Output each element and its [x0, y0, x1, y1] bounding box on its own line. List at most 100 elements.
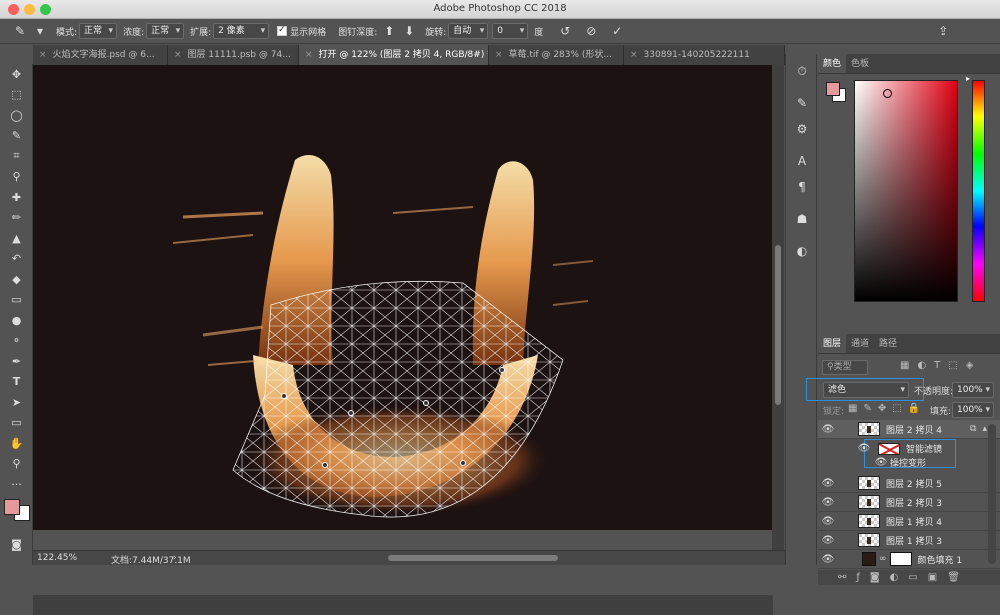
close-tab-icon[interactable]: ×	[305, 50, 313, 60]
opacity-input[interactable]: 100%	[952, 382, 994, 398]
healing-brush-tool-icon[interactable]: ✚	[0, 187, 33, 208]
status-menu-icon[interactable]: ›	[173, 553, 177, 563]
blur-tool-icon[interactable]: ●	[0, 310, 33, 331]
rectangle-tool-icon[interactable]: ▭	[0, 413, 33, 434]
doc-tab-3[interactable]: × 打开 @ 122% (图层 2 拷贝 4, RGB/8#) *	[299, 45, 489, 65]
type-tool-icon[interactable]: T	[0, 372, 33, 393]
tab-color[interactable]: 颜色	[818, 54, 847, 73]
expand-select[interactable]: 2 像素	[213, 23, 270, 39]
zoom-level[interactable]: 122.45%	[37, 553, 77, 563]
visibility-eye-icon[interactable]: 👁	[818, 424, 838, 435]
doc-tab-2[interactable]: × 图层 11111.psb @ 74...	[168, 45, 299, 65]
libraries-panel-icon[interactable]: ☗	[786, 206, 818, 232]
pin-point[interactable]	[460, 460, 466, 466]
layer-row[interactable]: 👁 ∞ 颜色填充 1	[818, 550, 1000, 569]
canvas-area[interactable]	[33, 65, 773, 615]
angle-input[interactable]: 0	[492, 23, 529, 39]
vertical-scrollbar[interactable]	[772, 65, 784, 550]
collapse-arrow-icon[interactable]: ▴	[982, 424, 987, 434]
vertical-scroll-thumb[interactable]	[775, 245, 781, 405]
cancel-transform-icon[interactable]: ⊘	[581, 22, 601, 40]
close-tab-icon[interactable]: ×	[630, 50, 638, 60]
pin-tool-icon[interactable]: ✎	[10, 22, 30, 40]
move-tool-icon[interactable]: ✥	[0, 64, 33, 85]
hue-slider-handle-icon[interactable]: ▸	[966, 74, 970, 83]
eraser-tool-icon[interactable]: ◆	[0, 269, 33, 290]
document-canvas[interactable]	[33, 65, 773, 530]
tool-preset-dropdown[interactable]: ▾	[30, 22, 50, 40]
tab-paths[interactable]: 路径	[874, 334, 902, 353]
pin-point[interactable]	[348, 410, 354, 416]
lock-icons[interactable]: ▦✎✥⬚🔒	[848, 403, 926, 414]
layer-row[interactable]: 👁 图层 1 拷贝 3	[818, 531, 1000, 550]
layer-filter-select[interactable]: ⚲类型	[822, 360, 868, 375]
tab-channels[interactable]: 通道	[846, 334, 874, 353]
history-brush-tool-icon[interactable]: ↶	[0, 249, 33, 270]
rotate-select[interactable]: 自动	[448, 23, 489, 39]
tab-swatches[interactable]: 色板	[846, 54, 874, 73]
brush-tool-icon[interactable]: ✏	[0, 208, 33, 229]
visibility-eye-icon[interactable]: 👁	[818, 516, 838, 527]
color-field[interactable]	[854, 80, 958, 302]
visibility-eye-icon[interactable]: 👁	[818, 478, 838, 489]
more-tools-icon[interactable]: ···	[0, 474, 33, 495]
doc-tab-4[interactable]: × 草莓.tif @ 283% (形状...	[489, 45, 624, 65]
visibility-eye-icon[interactable]: 👁	[854, 443, 874, 454]
visibility-eye-icon[interactable]: 👁	[818, 497, 838, 508]
marquee-tool-icon[interactable]: ⬚	[0, 85, 33, 106]
stamp-tool-icon[interactable]: ▲	[0, 228, 33, 249]
layers-footer-icons[interactable]: ⚯ƒ◙◐▭▣🗑	[818, 570, 1000, 585]
pin-point[interactable]	[423, 400, 429, 406]
character-panel-icon[interactable]: A	[786, 148, 818, 174]
adjustments-panel-icon[interactable]: ◐	[786, 238, 818, 264]
paragraph-panel-icon[interactable]: ¶	[786, 174, 818, 200]
visibility-eye-icon[interactable]: 👁	[818, 535, 838, 546]
foreground-color-swatch[interactable]	[4, 498, 20, 515]
hue-slider[interactable]	[972, 80, 985, 302]
puppet-warp-row[interactable]: 👁 操控变形	[818, 455, 1000, 469]
pen-tool-icon[interactable]: ✒	[0, 351, 33, 372]
close-tab-icon[interactable]: ×	[495, 50, 503, 60]
brush-panel-icon[interactable]: ✎	[786, 90, 818, 116]
eyedropper-tool-icon[interactable]: ⚲	[0, 167, 33, 188]
layers-scrollbar[interactable]	[988, 424, 996, 564]
hand-tool-icon[interactable]: ✋	[0, 433, 33, 454]
color-swatches[interactable]	[0, 495, 32, 535]
zoom-tool-icon[interactable]: ⚲	[0, 454, 33, 475]
pin-depth-up-icon[interactable]: ⬆	[379, 22, 399, 40]
mode-select[interactable]: 正常	[79, 23, 118, 39]
layer-row[interactable]: 👁 图层 2 拷贝 3	[818, 493, 1000, 512]
layer-filter-icons[interactable]: ▦◐T⬚◈	[900, 360, 981, 371]
pin-point[interactable]	[499, 367, 505, 373]
quick-select-tool-icon[interactable]: ✎	[0, 126, 33, 147]
show-mesh-checkbox[interactable]	[277, 25, 288, 36]
quick-mask-icon[interactable]: ◙	[0, 535, 33, 556]
pin-point[interactable]	[322, 462, 328, 468]
layer-row[interactable]: 👁 图层 2 拷贝 5	[818, 474, 1000, 493]
adjust-panel-icon[interactable]: ⚙	[786, 116, 818, 142]
lasso-tool-icon[interactable]: ◯	[0, 105, 33, 126]
visibility-eye-icon[interactable]: 👁	[818, 554, 838, 565]
horizontal-scrollbar[interactable]	[33, 595, 773, 615]
pin-point[interactable]	[281, 393, 287, 399]
fill-input[interactable]: 100%	[952, 402, 994, 418]
visibility-eye-icon[interactable]: 👁	[874, 457, 888, 468]
doc-tab-1[interactable]: × 火焰文字海报.psd @ 6...	[33, 45, 168, 65]
panel-fg-swatch[interactable]	[826, 82, 840, 96]
color-picker-handle[interactable]	[883, 89, 892, 98]
pin-depth-down-icon[interactable]: ⬇	[399, 22, 419, 40]
dodge-tool-icon[interactable]: ⚬	[0, 331, 33, 352]
history-panel-icon[interactable]: ⏱	[786, 58, 818, 84]
doc-tab-5[interactable]: × 330891-140205222111	[624, 45, 785, 65]
blend-mode-select[interactable]: 滤色	[823, 382, 909, 398]
tab-layers[interactable]: 图层	[818, 334, 847, 353]
remove-pins-icon[interactable]: ↺	[555, 22, 575, 40]
close-tab-icon[interactable]: ×	[39, 50, 47, 60]
layer-row[interactable]: 👁 图层 1 拷贝 4	[818, 512, 1000, 531]
horizontal-scroll-thumb[interactable]	[388, 555, 558, 561]
crop-tool-icon[interactable]: ⌗	[0, 146, 33, 167]
link-icon[interactable]: ∞	[879, 554, 887, 564]
path-select-tool-icon[interactable]: ➤	[0, 392, 33, 413]
share-icon[interactable]: ⇪	[933, 22, 953, 40]
density-select[interactable]: 正常	[146, 23, 185, 39]
